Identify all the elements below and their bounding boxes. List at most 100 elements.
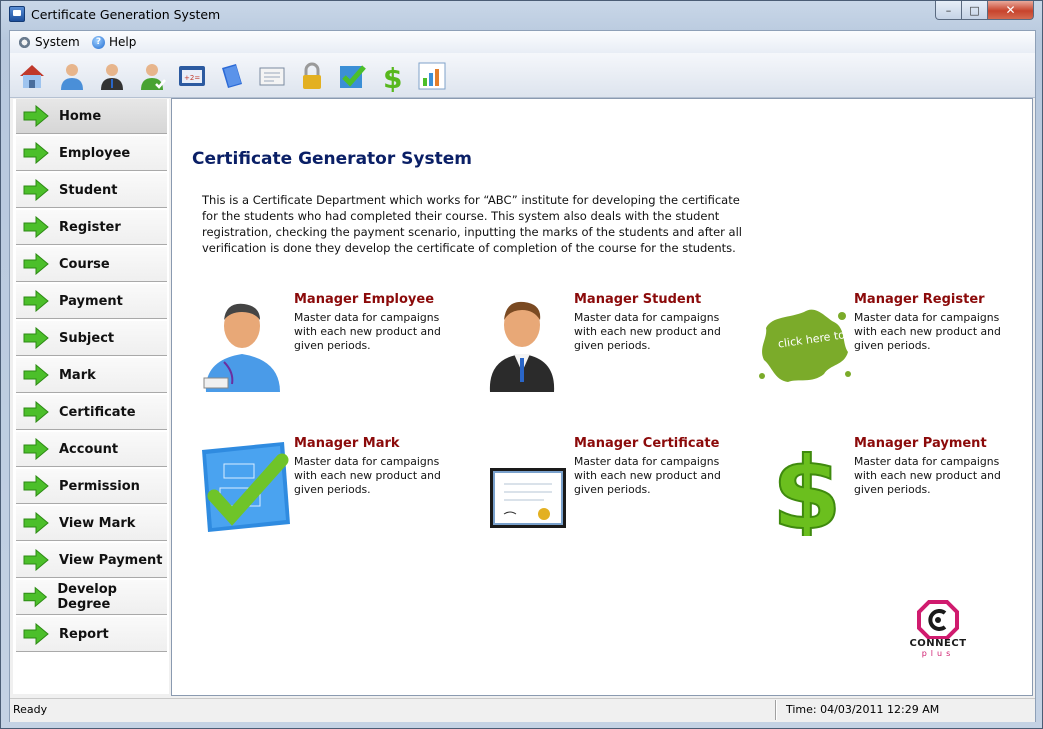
sidebar-item-certificate[interactable]: Certificate xyxy=(16,395,167,430)
sidebar-item-label: Certificate xyxy=(59,404,136,420)
logo-subtext: plus xyxy=(921,649,955,658)
chart-icon xyxy=(418,62,446,90)
card-title: Manager Student xyxy=(574,292,702,307)
green-arrow-icon xyxy=(23,253,49,275)
card-manager-certificate[interactable]: Manager Certificate Master data for camp… xyxy=(474,436,754,546)
toolbar-student-button[interactable] xyxy=(96,60,128,92)
green-arrow-icon xyxy=(23,475,49,497)
logo-text: CONNECT xyxy=(909,638,967,649)
lock-icon xyxy=(303,62,321,89)
card-manager-employee[interactable]: Manager Employee Master data for campaig… xyxy=(194,292,474,402)
green-arrow-icon xyxy=(23,179,49,201)
sidebar-item-view-mark[interactable]: View Mark xyxy=(16,506,167,541)
app-window: Certificate Generation System – □ ✕ Syst… xyxy=(0,0,1043,729)
toolbar-mark-button[interactable] xyxy=(336,60,368,92)
sidebar-item-subject[interactable]: Subject xyxy=(16,321,167,356)
status-text: Ready xyxy=(13,703,48,716)
sidebar-item-course[interactable]: Course xyxy=(16,247,167,282)
app-icon xyxy=(9,6,25,22)
card-manager-payment[interactable]: $ Manager Payment Master data for campai… xyxy=(754,436,1034,546)
sidebar-item-view-payment[interactable]: View Payment xyxy=(16,543,167,578)
sidebar-item-label: Subject xyxy=(59,330,115,346)
student-avatar-icon xyxy=(489,301,555,392)
toolbar-report-button[interactable] xyxy=(416,60,448,92)
svg-text:$: $ xyxy=(772,436,842,536)
toolbar-payment-button[interactable]: $ xyxy=(376,60,408,95)
card-title: Manager Certificate xyxy=(574,436,720,451)
title-bar[interactable]: Certificate Generation System – □ ✕ xyxy=(1,1,1042,29)
sidebar-item-register[interactable]: Register xyxy=(16,210,167,245)
sidebar-item-mark[interactable]: Mark xyxy=(16,358,167,393)
sidebar-item-payment[interactable]: Payment xyxy=(16,284,167,319)
sidebar-item-label: Student xyxy=(59,182,118,198)
svg-text:+2=: +2= xyxy=(184,74,200,82)
green-arrow-icon xyxy=(23,327,49,349)
dollar-icon: $ xyxy=(383,62,402,95)
card-title: Manager Employee xyxy=(294,292,435,307)
sidebar-item-label: Develop Degree xyxy=(57,582,117,612)
certificate-icon xyxy=(259,67,285,86)
book-icon xyxy=(222,64,242,88)
connect-plus-logo: CONNECT plus xyxy=(905,599,971,659)
sidebar-item-label: Payment xyxy=(59,293,123,309)
sidebar-item-report[interactable]: Report xyxy=(16,617,167,652)
green-arrow-icon xyxy=(23,586,48,608)
status-bar: Ready Time: 04/03/2011 12:29 AM xyxy=(10,698,1035,722)
card-manager-student[interactable]: Manager Student Master data for campaign… xyxy=(474,292,754,402)
sidebar-item-student[interactable]: Student xyxy=(16,173,167,208)
toolbar: +2= $ xyxy=(10,53,1035,98)
green-arrow-icon xyxy=(23,549,49,571)
course-icon: +2= xyxy=(179,66,205,86)
card-manager-register[interactable]: click here to register Manager Register … xyxy=(754,292,1034,402)
menu-bar: System ? Help xyxy=(10,31,1035,53)
toolbar-certificate-button[interactable] xyxy=(256,60,288,92)
window-controls: – □ ✕ xyxy=(935,1,1034,21)
green-arrow-icon xyxy=(23,142,49,164)
toolbar-register-button[interactable] xyxy=(136,60,168,92)
sidebar-item-label: Employee xyxy=(59,145,131,161)
sidebar-item-home[interactable]: Home xyxy=(16,99,167,134)
intro-text: This is a Certificate Department which w… xyxy=(202,193,742,255)
sidebar-item-label: View Mark xyxy=(59,515,136,531)
green-arrow-icon xyxy=(23,216,49,238)
toolbar-lock-button[interactable] xyxy=(296,60,328,92)
sidebar-item-permission[interactable]: Permission xyxy=(16,469,167,504)
sidebar-item-label: Mark xyxy=(59,367,96,383)
sidebar-item-label: Home xyxy=(59,108,102,124)
menu-help-label: Help xyxy=(109,35,137,49)
status-time: Time: 04/03/2011 12:29 AM xyxy=(786,703,940,716)
maximize-button[interactable]: □ xyxy=(962,1,988,20)
card-title: Manager Payment xyxy=(854,436,987,451)
card-title: Manager Mark xyxy=(294,436,400,451)
toolbar-book-button[interactable] xyxy=(216,60,248,92)
status-separator xyxy=(775,700,777,720)
sidebar-item-label: View Payment xyxy=(59,552,163,568)
minimize-button[interactable]: – xyxy=(935,1,962,20)
register-icon xyxy=(141,64,166,90)
menu-system[interactable]: System xyxy=(18,34,80,50)
sidebar-item-label: Register xyxy=(59,219,121,235)
card-desc: Master data for campaigns with each new … xyxy=(294,455,441,496)
card-manager-mark[interactable]: Manager Mark Master data for campaigns w… xyxy=(194,436,474,546)
toolbar-course-button[interactable]: +2= xyxy=(176,60,208,92)
sidebar-item-account[interactable]: Account xyxy=(16,432,167,467)
connect-logo-icon xyxy=(917,600,959,640)
sidebar-item-develop-degree[interactable]: Develop Degree xyxy=(16,580,167,615)
toolbar-employee-button[interactable] xyxy=(56,60,88,92)
green-dollar-icon: $ xyxy=(771,436,843,536)
student-icon xyxy=(101,64,123,90)
green-arrow-icon xyxy=(23,623,49,645)
close-button[interactable]: ✕ xyxy=(988,1,1034,20)
certificate-frame-icon xyxy=(490,468,566,528)
menu-help[interactable]: ? Help xyxy=(92,34,136,50)
green-arrow-icon xyxy=(23,438,49,460)
green-arrow-icon xyxy=(23,290,49,312)
sidebar-item-label: Report xyxy=(59,626,109,642)
page-title: Certificate Generator System xyxy=(192,149,472,169)
menu-system-label: System xyxy=(35,35,80,49)
gear-icon xyxy=(18,35,31,49)
green-arrow-icon xyxy=(23,401,49,423)
toolbar-home-button[interactable] xyxy=(16,60,48,92)
sidebar-item-employee[interactable]: Employee xyxy=(16,136,167,171)
window-title: Certificate Generation System xyxy=(31,7,221,22)
